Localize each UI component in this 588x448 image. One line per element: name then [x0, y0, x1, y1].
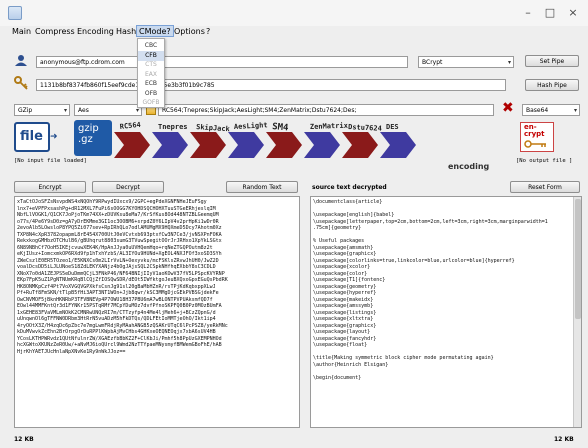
encoding-select[interactable]: Base64 ▾ — [522, 104, 580, 116]
maximize-button[interactable]: □ — [540, 6, 560, 19]
menu-options[interactable]: Options — [174, 26, 205, 38]
arrow-right-icon: ➜ — [50, 132, 58, 142]
vertical-scrollbar[interactable] — [573, 197, 581, 427]
minimize-button[interactable]: – — [518, 6, 538, 19]
menu-main[interactable]: Main — [12, 26, 31, 38]
encrypt-button[interactable]: Encrypt — [14, 181, 86, 193]
file-box: file — [14, 122, 50, 152]
pipeline-step-label: SkipJack — [196, 123, 231, 133]
cmode-dropdown-menu: CBC CFB CTS EAX ECB OFB GOFB — [137, 38, 165, 108]
clear-pipeline-icon[interactable]: ✖ — [502, 101, 514, 115]
menu-compress[interactable]: Compress — [35, 26, 75, 38]
pipeline-step-label: SM4 — [272, 122, 290, 133]
pipeline-chevron — [342, 132, 378, 158]
pipeline-step-label: Dstu7624 — [348, 123, 382, 133]
random-text-button[interactable]: Random Text — [226, 181, 298, 193]
chevron-down-icon: ▾ — [507, 59, 511, 66]
decrypt-button[interactable]: Decrypt — [92, 181, 164, 193]
pipeline-chevron — [304, 132, 340, 158]
user-icon — [14, 54, 28, 66]
cmode-item-cts[interactable]: CTS — [138, 60, 164, 70]
cipher-text-line: voalDcsDD5iLJLUNoeS18ZdLEKYXANjz4bOgJAjs… — [17, 264, 216, 270]
file-label: file — [20, 129, 43, 144]
cipher-text-area[interactable]: xTaCtOJoSFZsNsvpdWS4xNQOhY9RPwydIUxcx9/2… — [14, 196, 300, 428]
cipher-text-line: uUnqwnOl6gTFFNW0DRbm3HtRrN5vuADzM5hFkDTQ… — [17, 316, 216, 322]
source-text-line: \begin{document} — [313, 374, 362, 381]
compress-select-value: GZip — [18, 107, 33, 114]
key-icon — [14, 76, 28, 90]
cipher-text-line: xTaCtOJoSFZsNsvpdWS4xNQOhY9RPwydIUxcx9/2… — [17, 199, 207, 205]
set-pipe-button[interactable]: Set Pipe — [525, 55, 579, 67]
algorithm-select[interactable]: Aes ▾ — [74, 104, 142, 116]
pipeline-chevron — [152, 132, 188, 158]
gzip-label: gzip .gz — [78, 123, 99, 145]
cmode-item-gofb[interactable]: GOFB — [138, 98, 164, 108]
cipher-text-line: HjrKhYAETJUcHnlaNpXNvKe1Ry9nWkJJoz== — [17, 348, 126, 355]
cipher-select-value: BCrypt — [422, 59, 443, 66]
key-icon — [524, 140, 548, 148]
pipeline-step-label: RC564 — [119, 121, 141, 131]
cmode-item-cbc[interactable]: CBC — [138, 41, 164, 51]
input-file-caption: [No input file loaded] — [14, 158, 87, 164]
pipeline-chevron — [266, 132, 302, 158]
right-size-status: 12 KB — [554, 436, 574, 443]
cipher-select[interactable]: BCrypt ▾ — [418, 56, 514, 68]
cipher-text-line: eKjIUsz+IomcxmkOP6RXd9fp1hTxhYzbS/AL3IYO… — [17, 251, 222, 257]
pipeline-step-label: DES — [386, 123, 399, 131]
left-size-status: 12 KB — [14, 436, 34, 443]
cmode-item-cfb[interactable]: CFB — [138, 50, 164, 61]
en-crypt-label: en- crypt — [524, 123, 545, 138]
algorithm-select-value: Aes — [78, 107, 89, 114]
encoding-select-value: Base64 — [526, 107, 549, 114]
cipher-text-line: RekxkogGMHbzOTCHulB6/gBUhqrut8803sumG3TV… — [17, 238, 222, 244]
pipeline-chevron — [228, 132, 264, 158]
pipeline-step-label: Tnepres — [158, 123, 188, 131]
cipher-text-line: NbfLlVOGK1/Q1CK7JoPjoTKm74XX+zDUVKsu8eMa… — [17, 212, 219, 218]
compress-select[interactable]: GZip ▾ — [14, 104, 70, 116]
menu-encoding[interactable]: Encoding — [77, 26, 114, 38]
email-field[interactable]: anonymous@ftp.cdrom.com — [36, 56, 408, 68]
cipher-text-line: EKp7FpK5uZ1PgNTNUmKRqBlCQjZfIOSQwSDR/dEO… — [17, 277, 228, 283]
cipher-text-line: kDuMVwvkZcEhn2BrOrpgOrDuRPPlKWpbAjMvCHbs… — [17, 329, 216, 335]
chevron-down-icon: ▾ — [573, 107, 577, 114]
encrypt-logo: en- crypt — [520, 122, 554, 152]
pipeline-chevron — [190, 132, 226, 158]
menu-help[interactable]: ? — [206, 26, 210, 38]
pipeline-step-label: ZenMatrix — [310, 122, 349, 131]
cipher-text-line: 2evoAlb5LOwsloP8YPQ5Zi077sev+RpIRhQLo7od… — [17, 225, 222, 231]
gzip-box: gzip .gz — [74, 120, 112, 156]
menu-hash[interactable]: Hash — [116, 26, 136, 38]
cmode-item-ecb[interactable]: ECB — [138, 79, 164, 89]
close-button[interactable]: × — [563, 6, 583, 19]
hash-pipe-button[interactable]: Hash Pipe — [525, 79, 579, 91]
pipeline-field[interactable]: RC564;Tnepres;SkipJack;AesLight;SM4;ZenM… — [158, 104, 494, 116]
cmode-item-ofb[interactable]: OFB — [138, 89, 164, 99]
source-text-area[interactable]: \documentclass{article} \usepackage[engl… — [310, 196, 582, 428]
pipeline-step-label: AesLight — [234, 121, 268, 131]
cipher-text-line: Pf+RuTf8FmSKN/tTlpB5fHi3APT3NT1WOn+Jjb8q… — [17, 290, 219, 296]
output-file-caption: [No output file ] — [516, 158, 573, 164]
source-text-label: source text decrypted — [312, 184, 387, 191]
pipeline-chevron — [380, 132, 416, 158]
app-window: – □ × Main Compress Encoding Hash CMode?… — [0, 0, 588, 448]
app-icon — [8, 6, 22, 20]
hash-field[interactable]: 1131b8bf8374fb860f15eef9cde1e2f5c4d5e3b3… — [36, 79, 506, 91]
title-bar — [0, 0, 588, 26]
cipher-text-line: hcXGWtoXKUNzZeR0Uw/+aNvMJ6ioQUrcl9Wmd2Nz… — [17, 342, 222, 348]
reset-form-button[interactable]: Reset Form — [510, 181, 580, 193]
cmode-item-eax[interactable]: EAX — [138, 70, 164, 80]
menu-cmode[interactable]: CMode? — [136, 25, 174, 37]
chevron-down-icon: ▾ — [63, 107, 67, 114]
cipher-text-line: EOwl44MMFKntQr3d1FYNKr15PSTqRMf7MCpYDuMO… — [17, 303, 222, 309]
encoding-label: encoding — [448, 162, 490, 171]
scrollbar-thumb[interactable] — [575, 199, 581, 319]
pipeline-chevron — [114, 132, 150, 158]
